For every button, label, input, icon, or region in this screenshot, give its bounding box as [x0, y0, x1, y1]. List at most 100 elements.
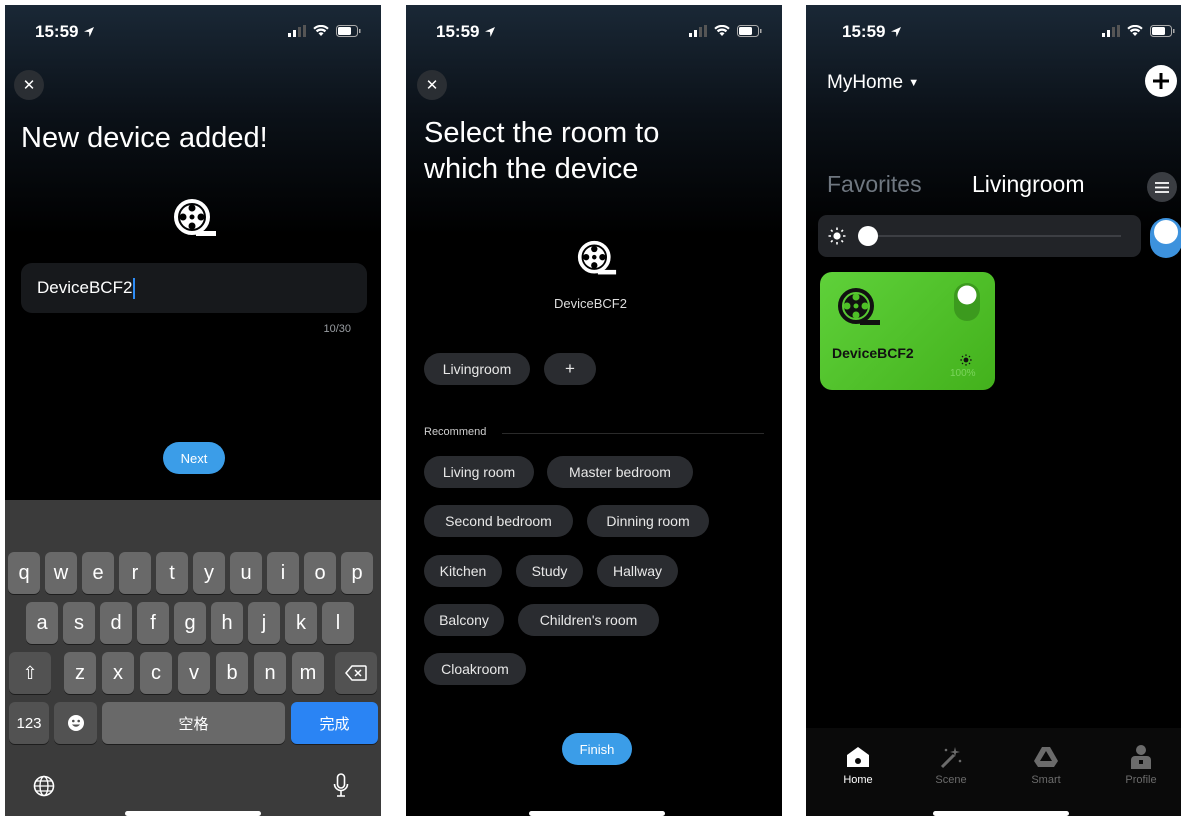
keyboard: qwertyuiop asdfghjkl ⇧ zxcvbnm 123 空格 完成: [5, 500, 381, 816]
tab-smart[interactable]: Smart: [1006, 740, 1086, 786]
space-key[interactable]: 空格: [102, 702, 285, 744]
room-menu-button[interactable]: [1147, 172, 1177, 202]
device-card[interactable]: DeviceBCF2 100%: [820, 272, 995, 390]
caret-down-icon: ▼: [908, 77, 920, 89]
close-button[interactable]: ✕: [417, 70, 447, 100]
key-n[interactable]: n: [254, 652, 286, 694]
key-b[interactable]: b: [216, 652, 248, 694]
key-r[interactable]: r: [119, 552, 151, 594]
home-name: MyHome: [827, 72, 904, 93]
keyboard-row-3: ⇧ zxcvbnm: [5, 652, 381, 694]
room-chip[interactable]: Cloakroom: [424, 653, 526, 685]
wifi-icon: [313, 25, 329, 36]
emoji-key[interactable]: [54, 702, 97, 744]
numbers-key[interactable]: 123: [9, 702, 49, 744]
shift-key[interactable]: ⇧: [9, 652, 51, 694]
key-v[interactable]: v: [178, 652, 210, 694]
room-chip[interactable]: Study: [516, 555, 583, 587]
key-w[interactable]: w: [45, 552, 77, 594]
profile-icon: [1131, 745, 1151, 769]
close-icon: ✕: [22, 77, 36, 94]
room-chip[interactable]: Second bedroom: [424, 505, 573, 537]
location-arrow-icon: [485, 27, 496, 37]
key-a[interactable]: a: [26, 602, 58, 644]
home-indicator: [933, 811, 1069, 816]
key-e[interactable]: e: [82, 552, 114, 594]
microphone-icon[interactable]: [333, 773, 349, 799]
room-chip[interactable]: Balcony: [424, 604, 504, 636]
key-d[interactable]: d: [100, 602, 132, 644]
room-power-toggle[interactable]: [1147, 215, 1181, 259]
key-k[interactable]: k: [285, 602, 317, 644]
next-button[interactable]: Next: [163, 442, 225, 474]
key-s[interactable]: s: [63, 602, 95, 644]
device-power-toggle[interactable]: [953, 282, 981, 322]
add-device-button[interactable]: [1145, 65, 1177, 97]
key-o[interactable]: o: [304, 552, 336, 594]
slider-thumb[interactable]: [858, 226, 878, 246]
status-bar: 15:59: [806, 5, 1181, 55]
battery-icon: [1150, 25, 1175, 37]
done-key[interactable]: 完成: [291, 702, 378, 744]
character-counter: 10/30: [323, 323, 351, 335]
film-reel-icon: [838, 288, 880, 325]
tab-scene[interactable]: Scene: [911, 740, 991, 786]
tab-profile[interactable]: Profile: [1101, 740, 1181, 786]
wifi-icon: [1127, 25, 1143, 36]
slider-track: [858, 235, 1121, 237]
status-time: 15:59: [35, 22, 95, 42]
key-j[interactable]: j: [248, 602, 280, 644]
phone-screen-select-room: 15:59 ✕ Select the room to which the dev…: [406, 5, 782, 816]
key-q[interactable]: q: [8, 552, 40, 594]
device-name-input[interactable]: DeviceBCF2: [21, 263, 367, 313]
key-c[interactable]: c: [140, 652, 172, 694]
selected-room-chip[interactable]: Livingroom: [424, 353, 530, 385]
close-button[interactable]: ✕: [14, 70, 44, 100]
status-bar: 15:59: [5, 5, 381, 55]
room-chip[interactable]: Master bedroom: [547, 456, 693, 488]
finish-button[interactable]: Finish: [562, 733, 632, 765]
signal-icon: [1102, 25, 1120, 37]
key-z[interactable]: z: [64, 652, 96, 694]
key-p[interactable]: p: [341, 552, 373, 594]
key-y[interactable]: y: [193, 552, 225, 594]
delete-key[interactable]: [335, 652, 377, 694]
keyboard-row-2: asdfghjkl: [5, 602, 381, 644]
tab-smart-label: Smart: [1031, 774, 1061, 786]
keyboard-row-4: 123 空格 完成: [5, 702, 381, 744]
room-chip[interactable]: Children's room: [518, 604, 659, 636]
room-chip[interactable]: Kitchen: [424, 555, 502, 587]
tab-home-label: Home: [843, 774, 873, 786]
key-u[interactable]: u: [230, 552, 262, 594]
phone-screen-home: 15:59 MyHome ▼ Favorites Livingroom Devi…: [806, 5, 1181, 816]
plus-icon: [1153, 73, 1169, 89]
tab-home[interactable]: Home: [818, 740, 898, 786]
key-x[interactable]: x: [102, 652, 134, 694]
room-chip[interactable]: Hallway: [597, 555, 678, 587]
tab-livingroom[interactable]: Livingroom: [972, 171, 1085, 198]
status-icons: [1102, 25, 1175, 37]
tab-favorites[interactable]: Favorites: [827, 171, 922, 198]
key-h[interactable]: h: [211, 602, 243, 644]
page-title: New device added!: [21, 122, 268, 154]
divider: [502, 433, 764, 434]
key-i[interactable]: i: [267, 552, 299, 594]
room-chip[interactable]: Living room: [424, 456, 534, 488]
globe-icon[interactable]: [33, 775, 55, 797]
device-brightness-value: 100%: [950, 368, 976, 379]
emoji-icon: [67, 715, 84, 731]
room-chip[interactable]: Dinning room: [587, 505, 709, 537]
shift-icon: ⇧: [22, 662, 38, 683]
text-caret: [133, 277, 136, 299]
key-m[interactable]: m: [292, 652, 324, 694]
brightness-slider[interactable]: [818, 215, 1141, 257]
home-indicator: [529, 811, 665, 816]
home-selector[interactable]: MyHome ▼: [827, 72, 919, 94]
sun-icon: [960, 354, 972, 366]
key-t[interactable]: t: [156, 552, 188, 594]
key-g[interactable]: g: [174, 602, 206, 644]
add-room-button[interactable]: +: [544, 353, 596, 385]
sun-icon: [828, 227, 846, 245]
key-f[interactable]: f: [137, 602, 169, 644]
key-l[interactable]: l: [322, 602, 354, 644]
